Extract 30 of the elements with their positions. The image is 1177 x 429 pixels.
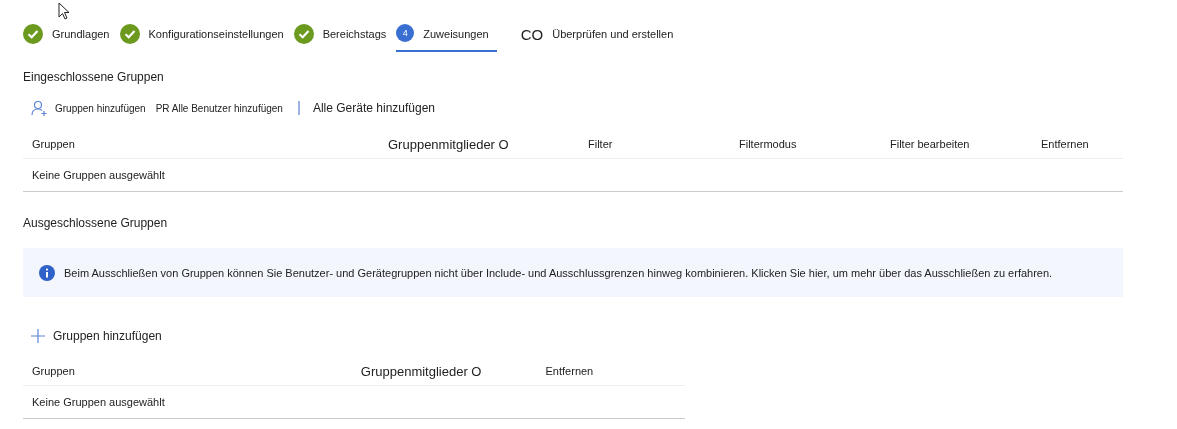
add-button[interactable]: Gruppen hinzufügen (31, 100, 146, 116)
wizard-step-tab[interactable]: CO Überprüfen und erstellen (520, 24, 674, 52)
empty-message: Keine Gruppen ausgewählt (32, 396, 165, 408)
column-header: Filter (588, 138, 614, 150)
column-header: Gruppen (32, 365, 76, 377)
column-header: Entfernen (545, 365, 595, 377)
column-header: Filtermodus (739, 138, 798, 150)
check-circle-icon (23, 24, 43, 44)
info-text: Beim Ausschließen von Gruppen können Sie Benutzer- und Gerätegruppen nicht über Include- und Ausschlussgrenzen hinweg kombinieren. Klicken Sie hier, um mehr über das Ausschließen zu erfahren. (64, 266, 1053, 279)
column-header: Gruppenmitglieder O (388, 136, 510, 152)
add-user-icon (31, 100, 47, 116)
section-title: Ausgeschlossene Gruppen (23, 216, 169, 230)
add-button[interactable]: Alle Geräte hinzufügen (292, 101, 436, 115)
wizard-step-tab[interactable]: Konfigurationseinstellungen (119, 24, 284, 52)
step-number: 4 (396, 24, 415, 42)
section-title: Eingeschlossene Gruppen (23, 70, 165, 84)
column-header: Filter bearbeiten (890, 138, 971, 150)
add-button[interactable]: PR Alle Benutzer hinzufügen (155, 102, 283, 114)
column-header: Entfernen (1041, 138, 1090, 150)
step-number: CO (520, 24, 544, 43)
column-header: Gruppenmitglieder O (360, 363, 483, 379)
wizard-step-tab[interactable]: 4 Zuweisungen (396, 24, 497, 52)
info-icon (39, 264, 55, 281)
wizard-step-tab[interactable]: Bereichstags (293, 24, 387, 52)
column-header: Gruppen (32, 138, 76, 150)
empty-message: Keine Gruppen ausgewählt (32, 169, 165, 181)
check-circle-icon (293, 24, 314, 44)
wizard-step-tab[interactable]: Grundlagen (23, 24, 110, 52)
check-circle-icon (119, 24, 140, 44)
add-button[interactable]: Gruppen hinzufügen (31, 329, 162, 343)
